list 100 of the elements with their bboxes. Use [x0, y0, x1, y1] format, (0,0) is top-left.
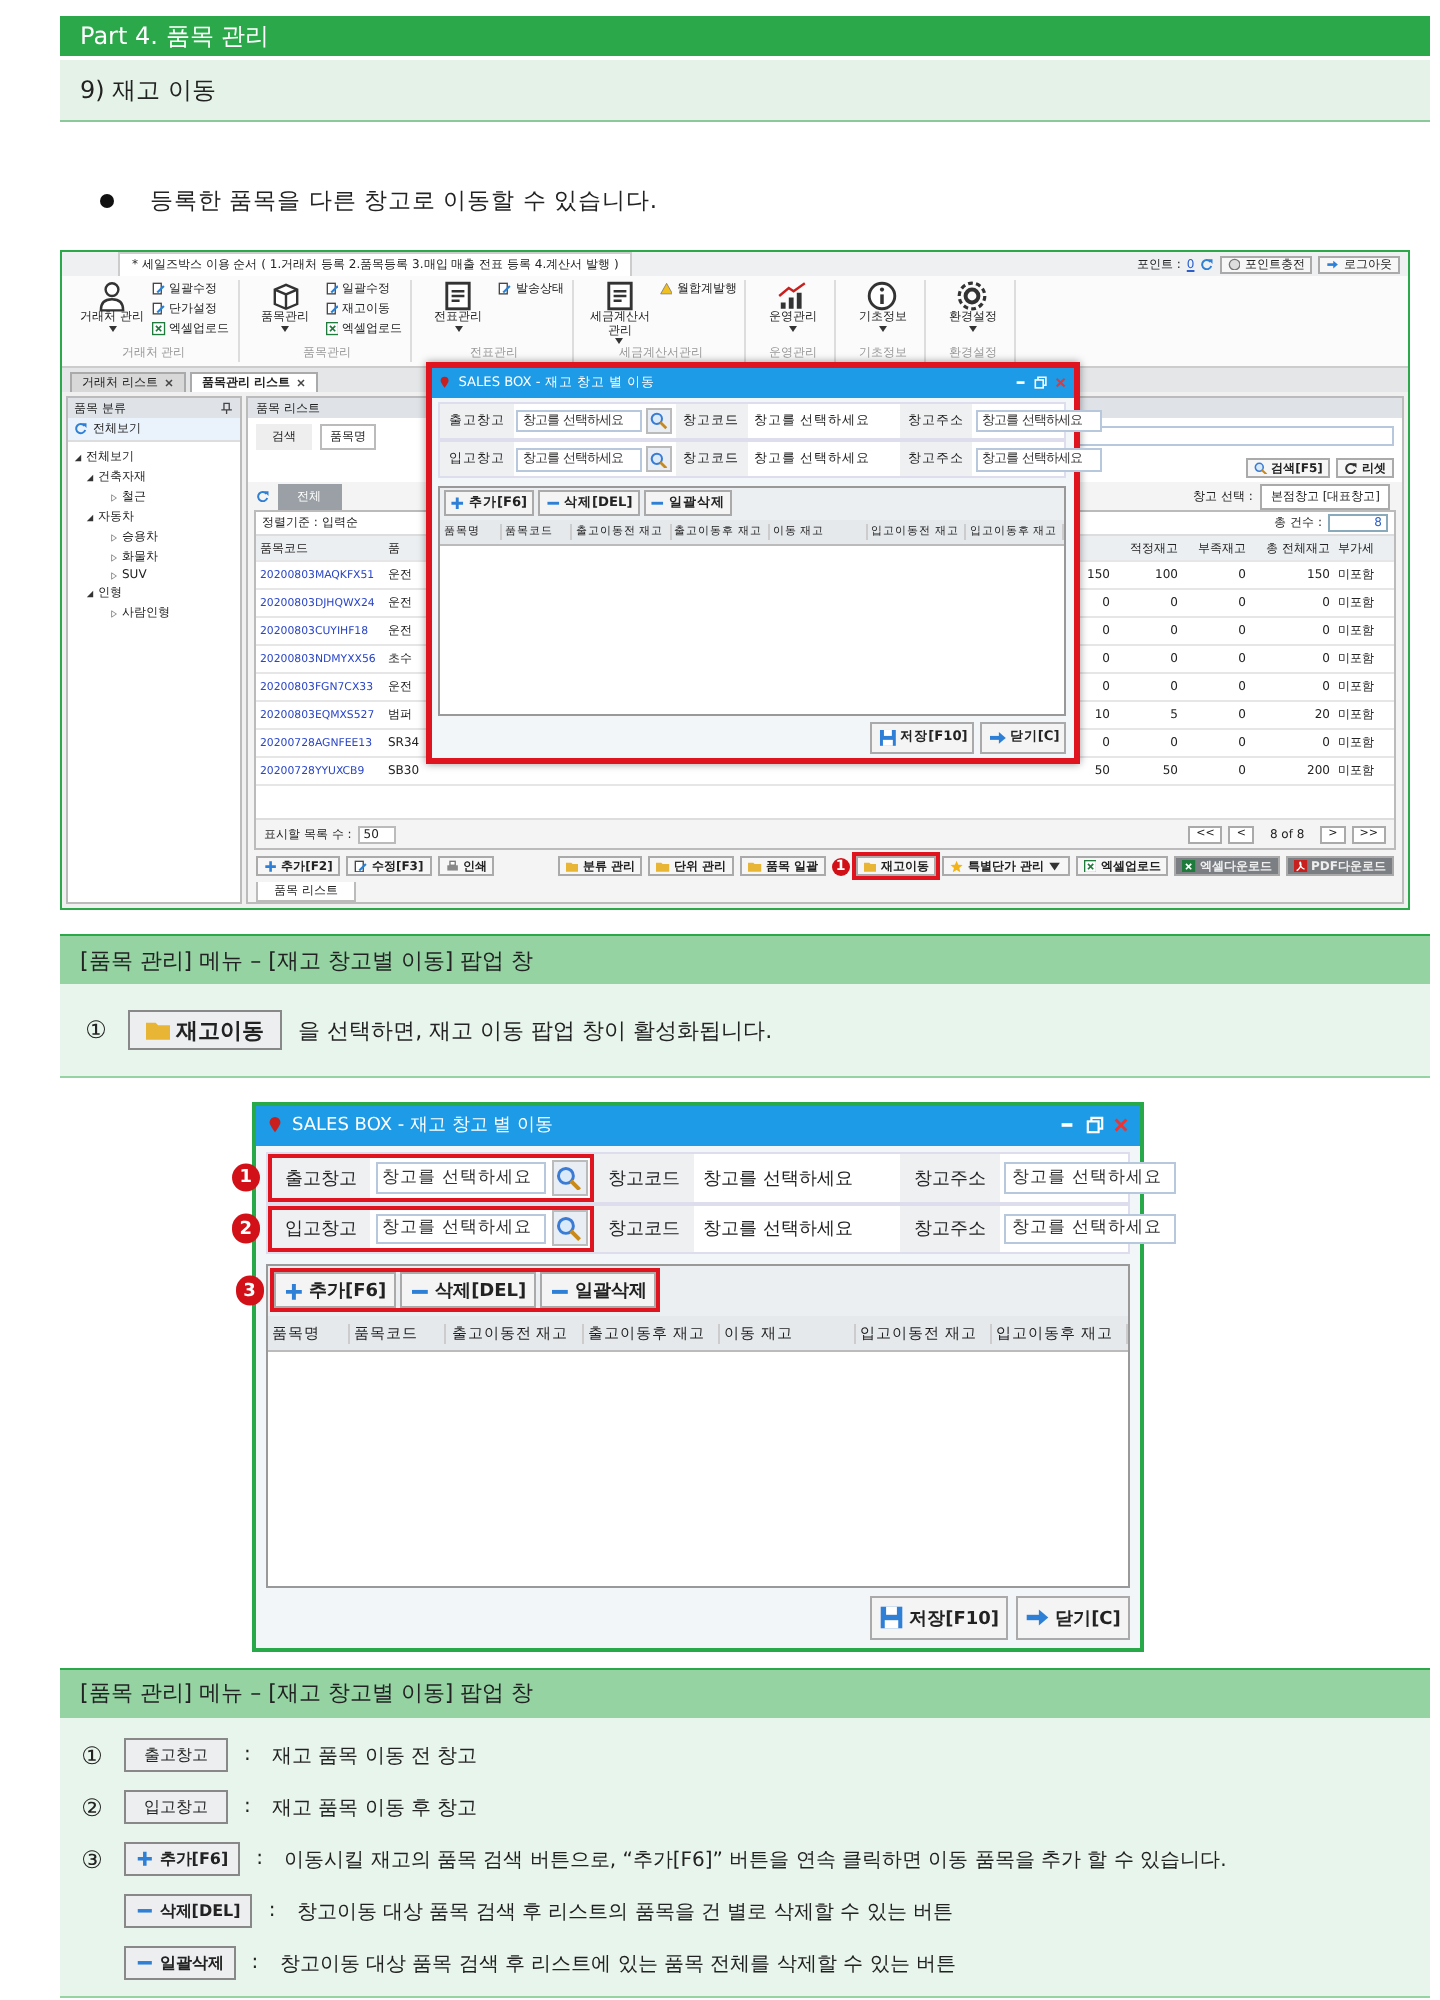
- pin-icon: [220, 401, 234, 415]
- field-label: 창고주소: [900, 1154, 1000, 1202]
- minus-icon: [545, 496, 561, 511]
- location-pin-icon: [265, 1116, 283, 1135]
- field-label: 출고창고: [271, 1158, 370, 1198]
- button-image: 삭제[DEL]: [124, 1894, 253, 1928]
- button-image: 일괄삭제: [124, 1946, 236, 1980]
- field-label: 창고주소: [900, 1205, 1000, 1253]
- edit-document-icon: [152, 282, 166, 296]
- close-icon: [1112, 1116, 1130, 1135]
- folder-icon: [656, 859, 671, 873]
- field-label: 입고창고: [271, 1209, 370, 1249]
- search-button[interactable]: [646, 408, 673, 435]
- spreadsheet-icon: [325, 322, 339, 336]
- edit-document-icon: [498, 282, 512, 296]
- refresh-icon: [1344, 461, 1358, 475]
- close-icon: [296, 378, 307, 388]
- separator: :: [244, 1744, 253, 1766]
- gear-icon: [956, 280, 989, 312]
- folder-icon: [565, 859, 579, 873]
- footer-button[interactable]: 닫기[C]: [1015, 1596, 1130, 1640]
- step-number: ③: [79, 1845, 105, 1873]
- step-marker: 1: [231, 1163, 261, 1193]
- legend-text: 이동시킬 재고의 품목 검색 버튼으로, “추가[F6]” 버튼을 연속 클릭하면 이동 품목을 추가 할 수 있습니다.: [284, 1847, 1227, 1873]
- folder-icon: [863, 859, 877, 873]
- search-icon: [650, 412, 668, 430]
- plus-icon: [283, 1281, 304, 1301]
- search-icon: [650, 451, 668, 469]
- restore-icon: [1085, 1116, 1103, 1135]
- bullet-icon: [100, 193, 114, 207]
- exit-arrow-icon: [987, 727, 1008, 748]
- edit-document-icon: [325, 302, 339, 316]
- step-number: ①: [79, 1741, 105, 1769]
- spreadsheet-icon: [1182, 859, 1196, 873]
- button-image: 추가[F6]: [124, 1842, 241, 1876]
- minimize-icon: [1014, 375, 1028, 390]
- separator: :: [251, 1952, 261, 1974]
- step-marker: 2: [231, 1214, 261, 1244]
- refresh-icon: [256, 489, 270, 503]
- edit-document-icon: [325, 282, 339, 296]
- edit-document-icon: [152, 302, 166, 316]
- field-label: 창고코드: [594, 1154, 694, 1202]
- part-title: Part 4. 품목 관리: [60, 16, 1430, 56]
- separator: :: [256, 1848, 266, 1870]
- caption-bar: [품목 관리] 메뉴 – [재고 창고별 이동] 팝업 창: [60, 1667, 1430, 1717]
- plus-icon: [264, 859, 278, 873]
- warehouse-field[interactable]: 창고를 선택하세요: [375, 1213, 547, 1245]
- refresh-icon: [1200, 257, 1214, 271]
- search-button[interactable]: [551, 1160, 588, 1197]
- address-field[interactable]: 창고를 선택하세요: [1004, 1213, 1176, 1245]
- folder-icon: [146, 1017, 171, 1043]
- plus-icon: [450, 496, 465, 511]
- grid-button[interactable]: 삭제[DEL]: [400, 1272, 536, 1309]
- field-label: 창고코드: [594, 1205, 694, 1253]
- popup-title: SALES BOX - 재고 창고 별 이동: [292, 1114, 554, 1139]
- legend-text: 재고 품목 이동 전 창고: [272, 1743, 478, 1769]
- restore-icon: [1033, 375, 1047, 390]
- field-value: 창고를 선택하세요: [700, 1167, 855, 1192]
- exit-arrow-icon: [1326, 257, 1340, 271]
- grid-button[interactable]: 추가[F6]: [274, 1272, 396, 1309]
- search-button[interactable]: [646, 446, 673, 473]
- minus-icon: [650, 496, 666, 511]
- button-image: 출고창고: [124, 1738, 228, 1772]
- step-number: ①: [83, 1016, 109, 1044]
- button-image: 재고이동: [128, 1010, 283, 1050]
- close-icon: [1053, 375, 1067, 390]
- separator: :: [244, 1796, 253, 1818]
- pdf-icon: [1293, 859, 1308, 873]
- warehouse-field[interactable]: 창고를 선택하세요: [375, 1162, 547, 1194]
- caption-bar: [품목 관리] 메뉴 – [재고 창고별 이동] 팝업 창: [60, 934, 1430, 984]
- step-marker: 3: [235, 1276, 264, 1306]
- plus-icon: [136, 1850, 154, 1868]
- field-value: 창고를 선택하세요: [700, 1217, 855, 1242]
- refresh-icon: [74, 422, 88, 436]
- intro-text: 등록한 품목을 다른 창고로 이동할 수 있습니다.: [150, 185, 658, 215]
- legend-text: 재고 품목 이동 후 창고: [272, 1795, 478, 1821]
- section-title: 9) 재고 이동: [60, 60, 1430, 122]
- warning-icon: [659, 282, 673, 296]
- separator: :: [268, 1900, 278, 1922]
- chart-icon: [776, 280, 809, 312]
- legend-text: 창고이동 대상 품목 검색 후 리스트에 있는 품목 전체를 삭제할 수 있는 버튼: [279, 1951, 956, 1977]
- step-text: 을 선택하면, 재고 이동 팝업 창이 활성화됩니다.: [298, 1015, 773, 1045]
- spreadsheet-icon: [152, 322, 166, 336]
- search-icon: [1254, 461, 1268, 475]
- star-icon: [950, 859, 965, 873]
- coin-icon: [1227, 257, 1241, 271]
- footer-button[interactable]: 저장[F10]: [869, 1596, 1009, 1640]
- edit-document-icon: [354, 859, 368, 873]
- folder-icon: [748, 859, 762, 873]
- step-number: ②: [79, 1793, 105, 1821]
- address-field[interactable]: 창고를 선택하세요: [1004, 1162, 1176, 1194]
- grid-button[interactable]: 일괄삭제: [540, 1272, 657, 1309]
- search-icon: [556, 1216, 582, 1242]
- search-button[interactable]: [551, 1210, 588, 1247]
- printer-icon: [445, 859, 459, 873]
- search-icon: [556, 1165, 582, 1191]
- close-icon: [163, 378, 174, 388]
- location-pin-icon: [438, 375, 452, 390]
- button-image: 입고창고: [124, 1790, 228, 1824]
- spreadsheet-icon: [1083, 859, 1097, 873]
